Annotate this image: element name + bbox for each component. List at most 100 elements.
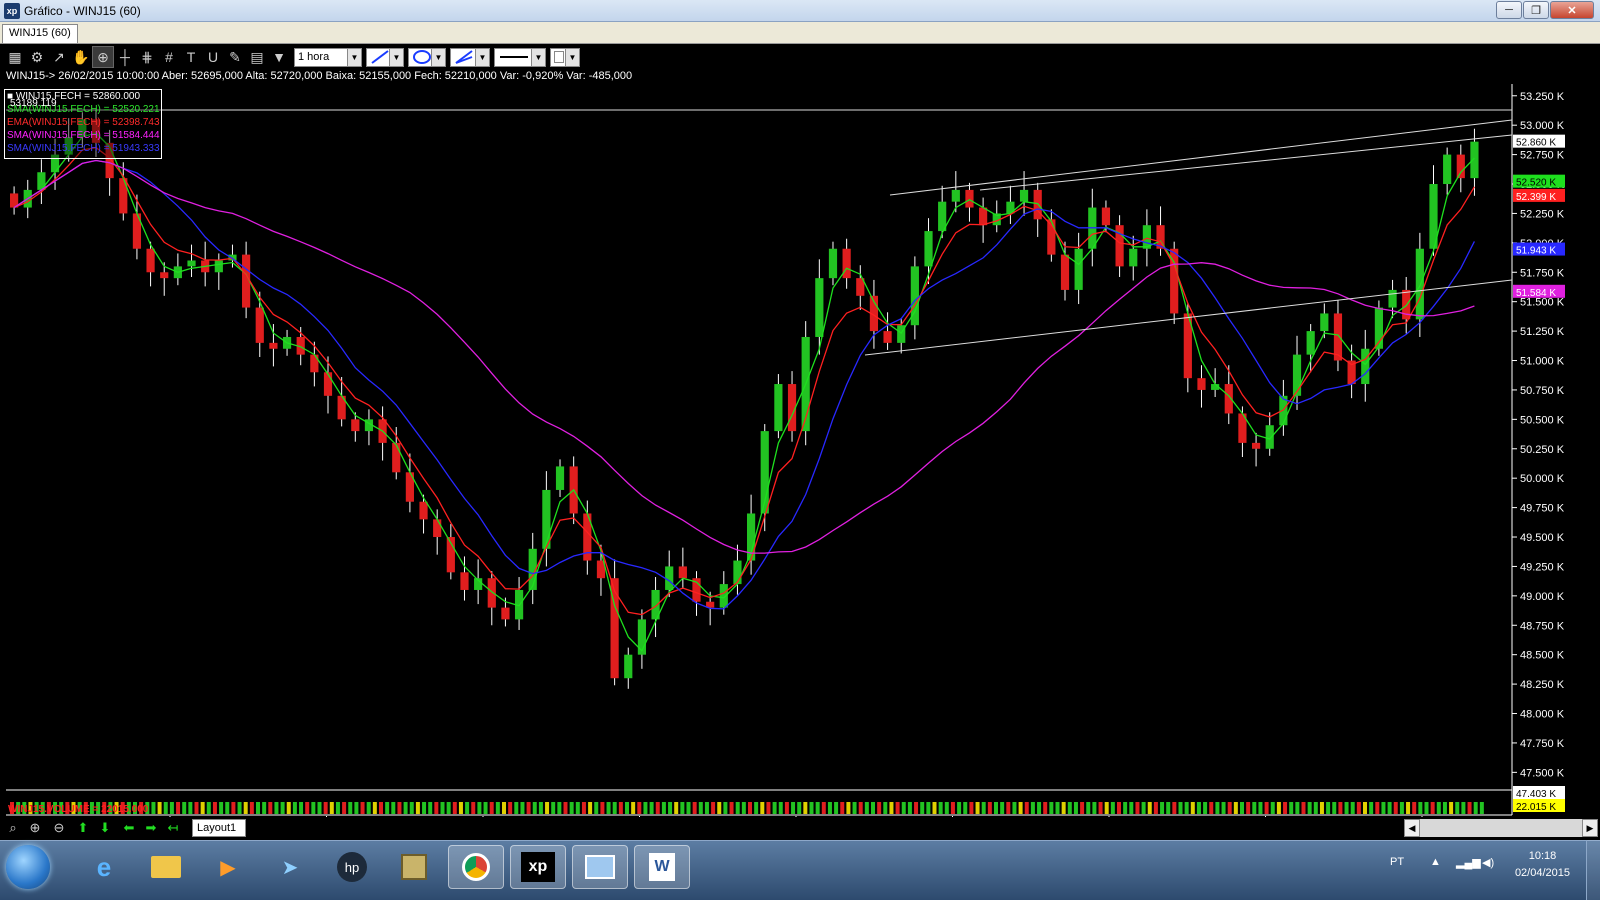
media-player-icon[interactable]: ▶ <box>200 845 256 889</box>
volume-bar <box>305 802 310 814</box>
scale-top-value: 53189.119 <box>10 98 57 109</box>
volume-bar <box>545 802 550 814</box>
volume-bar <box>1098 802 1103 814</box>
network-icon[interactable]: ➤ <box>262 845 318 889</box>
start-button[interactable] <box>6 845 50 889</box>
volume-bar <box>440 802 445 814</box>
volume-bar <box>212 802 217 814</box>
volume-icon[interactable]: ◀) <box>1482 856 1494 869</box>
horizontal-scrollbar[interactable] <box>1420 819 1582 837</box>
candle-body <box>119 178 128 214</box>
price-tag-label: 52.860 K <box>1516 138 1556 149</box>
tab-layout1[interactable]: Layout1 <box>192 819 246 837</box>
volume-bar <box>1080 802 1085 814</box>
y-axis-tick-label: 49.000 K <box>1520 591 1565 603</box>
volume-bar <box>1147 802 1152 814</box>
y-axis-tick-label: 52.750 K <box>1520 150 1565 162</box>
scroll-right-button[interactable]: ▶ <box>1582 819 1598 837</box>
price-chart[interactable]: 53.250 K53.000 K52.750 K52.500 K52.250 K… <box>0 0 1600 900</box>
candle-body <box>255 307 264 343</box>
price-tag-label: 52.399 K <box>1516 192 1556 203</box>
candle-body <box>323 372 333 396</box>
volume-bar <box>219 802 224 814</box>
candle-body <box>1292 354 1302 396</box>
zoom-fit-icon[interactable]: ⌕ <box>4 820 22 836</box>
volume-bar <box>182 802 187 814</box>
scroll-left-button[interactable]: ◀ <box>1404 819 1420 837</box>
arrow-right-icon[interactable]: ➡ <box>142 820 160 836</box>
volume-bar <box>754 802 759 814</box>
y-axis-tick-label: 50.250 K <box>1520 444 1565 456</box>
candle-body <box>392 442 401 473</box>
y-axis-tick-label: 52.250 K <box>1520 208 1565 220</box>
volume-bar <box>348 802 353 814</box>
volume-bar <box>1196 802 1201 814</box>
volume-bar <box>957 802 962 814</box>
chrome-icon[interactable] <box>448 845 504 889</box>
word-icon[interactable]: W <box>634 845 690 889</box>
volume-bar <box>1424 802 1429 814</box>
volume-bar <box>994 802 998 814</box>
volume-bar <box>200 802 205 814</box>
volume-bar <box>557 802 562 814</box>
arrow-down-icon[interactable]: ⬇ <box>96 820 114 836</box>
volume-bar <box>1369 802 1374 814</box>
system-clock[interactable]: 10:18 02/04/2015 <box>1515 848 1570 882</box>
tray-arrow-icon[interactable]: ▲ <box>1430 856 1441 868</box>
volume-bar <box>1455 802 1460 814</box>
volume-bar <box>1129 802 1134 814</box>
volume-bar <box>280 802 285 814</box>
volume-bar <box>409 802 414 814</box>
volume-bar <box>748 802 752 814</box>
volume-bar <box>760 802 765 814</box>
volume-bar <box>1172 802 1177 814</box>
volume-bar <box>618 802 623 814</box>
sma-blue-line <box>13 159 1475 610</box>
volume-bar <box>661 802 666 814</box>
volume-bar <box>655 802 660 814</box>
volume-bar <box>625 802 629 814</box>
volume-bar <box>1104 802 1109 814</box>
volume-bar <box>791 802 796 814</box>
zoom-in-icon[interactable]: ⊕ <box>26 820 44 836</box>
volume-bar <box>895 802 900 814</box>
volume-bar <box>1233 802 1238 814</box>
show-desktop-button[interactable] <box>1586 840 1600 900</box>
legend-sma-blue: SMA(WINJ15.FECH) = 51943.333 <box>7 143 160 154</box>
y-axis-tick-label: 49.500 K <box>1520 532 1565 544</box>
volume-tag-label: 22.015 K <box>1516 802 1556 813</box>
y-axis-tick-label: 47.500 K <box>1520 767 1565 779</box>
candle-body <box>214 260 223 273</box>
volume-bar <box>987 802 992 814</box>
volume-bar <box>575 802 580 814</box>
file-explorer-icon[interactable] <box>138 845 194 889</box>
volume-bar <box>950 802 955 814</box>
language-indicator[interactable]: PT <box>1390 856 1404 868</box>
candle-body <box>501 607 510 620</box>
candle-body <box>883 331 892 343</box>
internet-explorer-icon[interactable]: e <box>76 845 132 889</box>
candle-body <box>965 189 974 208</box>
y-axis-tick-label: 48.000 K <box>1520 709 1565 721</box>
y-axis-tick-label: 48.250 K <box>1520 679 1565 691</box>
hp-icon[interactable]: hp <box>324 845 380 889</box>
volume-bar <box>649 802 654 814</box>
arrow-left-icon[interactable]: ⬅ <box>120 820 138 836</box>
volume-bar <box>237 802 242 814</box>
volume-bar <box>1073 802 1078 814</box>
arrow-up-icon[interactable]: ⬆ <box>74 820 92 836</box>
arrow-first-icon[interactable]: ↤ <box>164 820 182 836</box>
volume-bar <box>852 802 857 814</box>
volume-bar <box>1289 802 1294 814</box>
volume-bar <box>163 802 168 814</box>
volume-bar <box>643 802 648 814</box>
volume-bar <box>446 802 451 814</box>
xp-icon[interactable]: xp <box>510 845 566 889</box>
archive-icon[interactable] <box>386 845 442 889</box>
volume-bar <box>458 802 463 814</box>
signal-icon[interactable]: ▂▄▆ <box>1456 856 1481 869</box>
screenshot-icon[interactable] <box>572 845 628 889</box>
candles-group <box>10 109 1479 689</box>
zoom-out-icon[interactable]: ⊖ <box>50 820 68 836</box>
candle-body <box>351 419 360 432</box>
